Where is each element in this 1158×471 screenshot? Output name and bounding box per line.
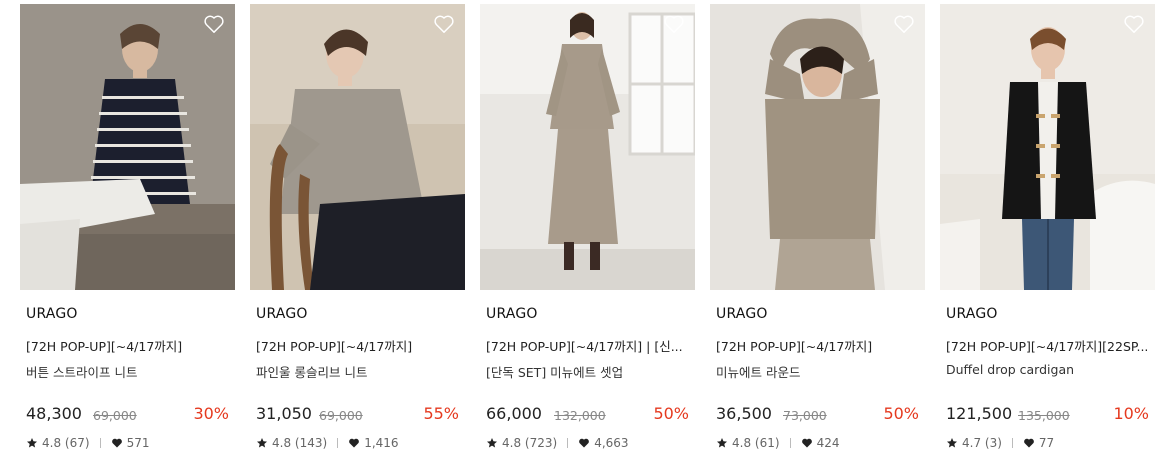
brand-name[interactable]: URAGO bbox=[716, 306, 768, 322]
sale-price: 66,000 bbox=[486, 404, 542, 423]
like-count: 571 bbox=[126, 436, 150, 450]
star-icon bbox=[27, 438, 37, 448]
like-count: 4,663 bbox=[594, 436, 629, 450]
review-count: (143) bbox=[294, 436, 328, 450]
original-price: 69,000 bbox=[93, 408, 137, 423]
like-count: 424 bbox=[816, 436, 840, 450]
heart-filled-icon bbox=[111, 438, 122, 448]
review-count: (723) bbox=[524, 436, 558, 450]
product-image[interactable] bbox=[940, 4, 1155, 290]
product-name[interactable]: [단독 SET] 미뉴에트 셋업 bbox=[486, 362, 691, 381]
product-card[interactable]: URAGO [72H POP-UP][~4/17까지] 파인울 롱슬리브 니트 … bbox=[250, 4, 465, 464]
product-name-tag[interactable]: [72H POP-UP][~4/17까지] | [신... bbox=[486, 336, 691, 355]
product-image[interactable] bbox=[20, 4, 235, 290]
discount-rate: 30% bbox=[193, 404, 229, 423]
star-icon bbox=[947, 438, 957, 448]
heart-filled-icon bbox=[579, 438, 590, 448]
sale-price: 31,050 bbox=[256, 404, 312, 423]
brand-name[interactable]: URAGO bbox=[256, 306, 308, 322]
product-image[interactable] bbox=[480, 4, 695, 290]
product-name-tag[interactable]: [72H POP-UP][~4/17까지][22SP... bbox=[946, 336, 1151, 355]
wishlist-heart-icon[interactable] bbox=[893, 14, 915, 34]
rating-value: 4.8 bbox=[502, 436, 522, 450]
product-name-tag[interactable]: [72H POP-UP][~4/17까지] bbox=[716, 336, 921, 355]
wishlist-heart-icon[interactable] bbox=[1123, 14, 1145, 34]
product-name[interactable]: 파인울 롱슬리브 니트 bbox=[256, 362, 461, 381]
product-grid: URAGO [72H POP-UP][~4/17까지] 버튼 스트라이프 니트 … bbox=[20, 4, 1158, 464]
star-icon bbox=[487, 438, 497, 448]
divider bbox=[567, 438, 569, 448]
review-count: (61) bbox=[754, 436, 780, 450]
original-price: 135,000 bbox=[1018, 408, 1070, 423]
wishlist-heart-icon[interactable] bbox=[203, 14, 225, 34]
product-name[interactable]: 미뉴에트 라운드 bbox=[716, 362, 921, 381]
product-image[interactable] bbox=[250, 4, 465, 290]
product-image[interactable] bbox=[710, 4, 925, 290]
rating-value: 4.7 bbox=[962, 436, 982, 450]
sale-price: 121,500 bbox=[946, 404, 1013, 423]
divider bbox=[1011, 438, 1013, 448]
brand-name[interactable]: URAGO bbox=[946, 306, 998, 322]
product-card[interactable]: URAGO [72H POP-UP][~4/17까지] | [신... [단독 … bbox=[480, 4, 695, 464]
heart-filled-icon bbox=[349, 438, 360, 448]
like-count: 1,416 bbox=[364, 436, 399, 450]
review-count: (3) bbox=[984, 436, 1002, 450]
product-name-tag[interactable]: [72H POP-UP][~4/17까지] bbox=[26, 336, 231, 355]
like-count: 77 bbox=[1038, 436, 1055, 450]
original-price: 73,000 bbox=[783, 408, 827, 423]
brand-name[interactable]: URAGO bbox=[26, 306, 78, 322]
review-count: (67) bbox=[64, 436, 90, 450]
divider bbox=[337, 438, 339, 448]
product-card[interactable]: URAGO [72H POP-UP][~4/17까지][22SP... Duff… bbox=[940, 4, 1155, 464]
star-icon bbox=[257, 438, 267, 448]
product-card[interactable]: URAGO [72H POP-UP][~4/17까지] 버튼 스트라이프 니트 … bbox=[20, 4, 235, 464]
discount-rate: 55% bbox=[423, 404, 459, 423]
product-meta: 4.8 (67) 571 bbox=[26, 436, 149, 450]
rating-value: 4.8 bbox=[732, 436, 752, 450]
discount-rate: 50% bbox=[883, 404, 919, 423]
product-name[interactable]: Duffel drop cardigan bbox=[946, 362, 1151, 377]
wishlist-heart-icon[interactable] bbox=[433, 14, 455, 34]
discount-rate: 50% bbox=[653, 404, 689, 423]
product-meta: 4.8 (723) 4,663 bbox=[486, 436, 629, 450]
rating-value: 4.8 bbox=[42, 436, 62, 450]
product-meta: 4.8 (61) 424 bbox=[716, 436, 839, 450]
sale-price: 36,500 bbox=[716, 404, 772, 423]
original-price: 69,000 bbox=[319, 408, 363, 423]
star-icon bbox=[717, 438, 727, 448]
heart-filled-icon bbox=[1024, 438, 1034, 448]
rating-value: 4.8 bbox=[272, 436, 292, 450]
heart-filled-icon bbox=[801, 438, 812, 448]
product-meta: 4.7 (3) 77 bbox=[946, 436, 1054, 450]
brand-name[interactable]: URAGO bbox=[486, 306, 538, 322]
product-meta: 4.8 (143) 1,416 bbox=[256, 436, 399, 450]
divider bbox=[789, 438, 791, 448]
wishlist-heart-icon[interactable] bbox=[663, 14, 685, 34]
product-name-tag[interactable]: [72H POP-UP][~4/17까지] bbox=[256, 336, 461, 355]
original-price: 132,000 bbox=[554, 408, 606, 423]
discount-rate: 10% bbox=[1113, 404, 1149, 423]
sale-price: 48,300 bbox=[26, 404, 82, 423]
product-name[interactable]: 버튼 스트라이프 니트 bbox=[26, 362, 231, 381]
product-card[interactable]: URAGO [72H POP-UP][~4/17까지] 미뉴에트 라운드 36,… bbox=[710, 4, 925, 464]
divider bbox=[99, 438, 101, 448]
